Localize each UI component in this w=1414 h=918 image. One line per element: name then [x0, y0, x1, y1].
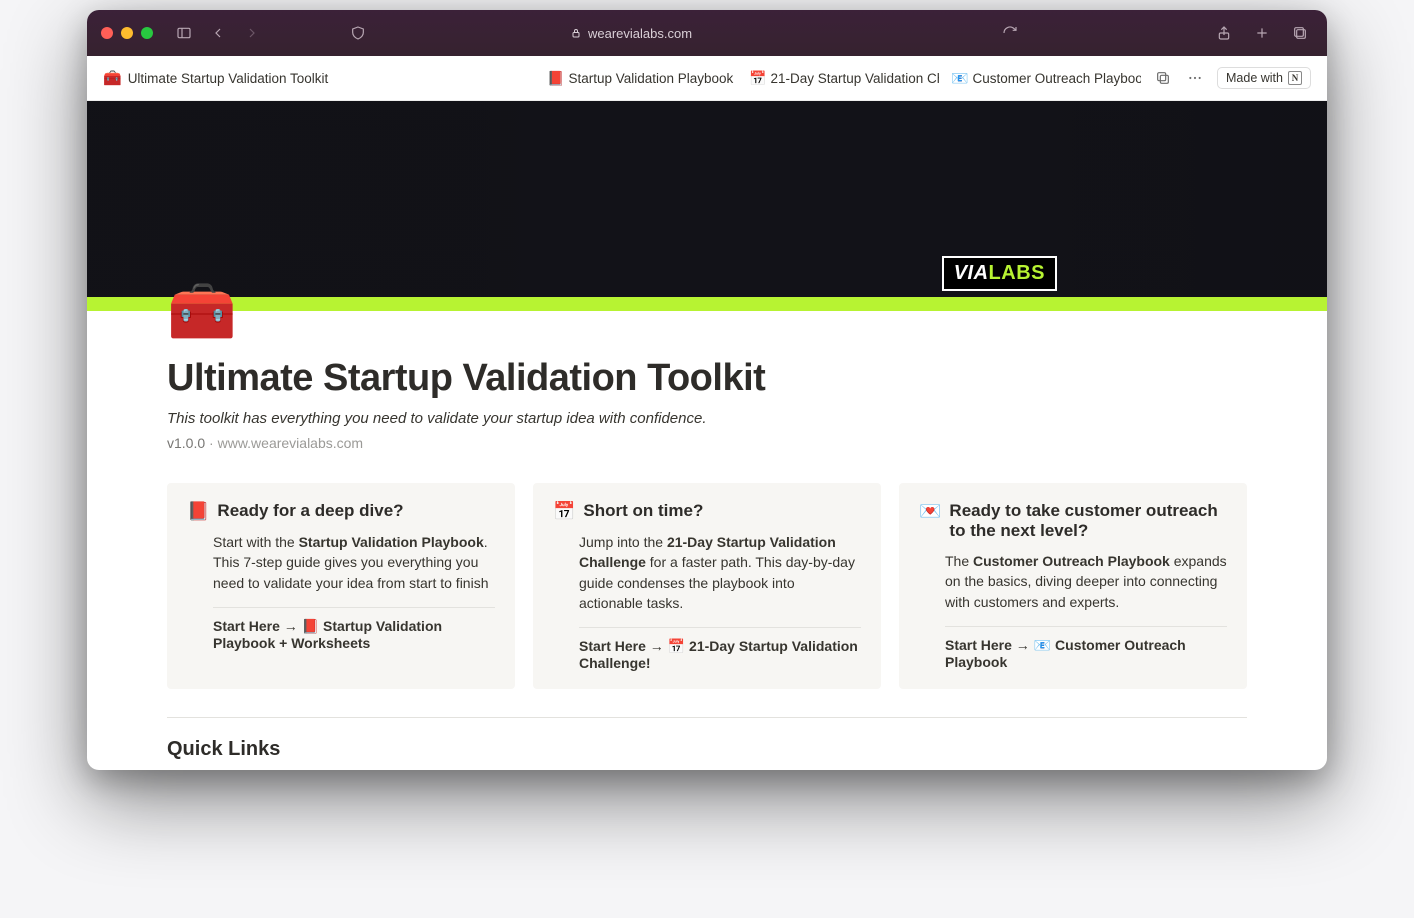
mail-icon: 📧: [951, 70, 968, 87]
more-menu-button[interactable]: [1185, 68, 1205, 88]
card-title-text: Ready to take customer outreach to the n…: [949, 501, 1227, 541]
nav-link-label: Startup Validation Playbook + …: [568, 71, 737, 86]
card-outreach: 💌 Ready to take customer outreach to the…: [899, 483, 1247, 689]
calendar-icon: 📅: [749, 70, 766, 87]
made-with-label: Made with: [1226, 71, 1283, 85]
breadcrumb-icon: 🧰: [103, 69, 122, 87]
nav-link-outreach[interactable]: 📧 Customer Outreach Playbook: [951, 70, 1141, 87]
content-fade: [87, 750, 1327, 770]
card-title-text: Ready for a deep dive?: [217, 501, 403, 521]
love-letter-icon: 💌: [919, 501, 941, 522]
divider: [213, 607, 495, 608]
nav-link-challenge[interactable]: 📅 21-Day Startup Validation Chal…: [749, 70, 939, 87]
new-tab-icon[interactable]: [1249, 20, 1275, 46]
back-button[interactable]: [205, 20, 231, 46]
card-body: Jump into the 21-Day Startup Validation …: [579, 532, 861, 613]
breadcrumb[interactable]: 🧰 Ultimate Startup Validation Toolkit: [103, 69, 328, 87]
breadcrumb-title: Ultimate Startup Validation Toolkit: [128, 71, 329, 86]
divider: [579, 627, 861, 628]
card-cta-link[interactable]: Start Here → 📅 21-Day Startup Validation…: [579, 638, 861, 671]
made-with-badge[interactable]: Made with N: [1217, 67, 1311, 89]
notion-top-bar: 🧰 Ultimate Startup Validation Toolkit 📕 …: [87, 56, 1327, 101]
notion-logo-icon: N: [1288, 71, 1302, 85]
site-link[interactable]: www.wearevialabs.com: [218, 435, 364, 451]
cover-image: VIALABS: [87, 101, 1327, 311]
divider: [167, 717, 1247, 718]
close-window-button[interactable]: [101, 27, 113, 39]
browser-window: wearevialabs.com 🧰 Ultimate Startup Vali…: [87, 10, 1327, 770]
nav-link-label: 21-Day Startup Validation Chal…: [770, 71, 939, 86]
tabs-overview-icon[interactable]: [1287, 20, 1313, 46]
reload-button[interactable]: [997, 20, 1023, 46]
share-icon[interactable]: [1211, 20, 1237, 46]
nav-link-label: Customer Outreach Playbook: [972, 71, 1141, 86]
card-body: The Customer Outreach Playbook expands o…: [945, 551, 1227, 612]
address-bar[interactable]: wearevialabs.com: [570, 26, 692, 41]
window-controls: [101, 27, 153, 39]
page-icon[interactable]: 🧰: [167, 283, 1247, 339]
maximize-window-button[interactable]: [141, 27, 153, 39]
copy-link-button[interactable]: [1153, 68, 1173, 88]
card-cta-link[interactable]: Start Here → 📧 Customer Outreach Playboo…: [945, 637, 1227, 670]
lock-icon: [570, 27, 582, 39]
card-title-text: Short on time?: [583, 501, 703, 521]
divider: [945, 626, 1227, 627]
card-body: Start with the Startup Validation Playbo…: [213, 532, 495, 593]
forward-button[interactable]: [239, 20, 265, 46]
page-subtitle: This toolkit has everything you need to …: [167, 410, 1247, 427]
card-short-time: 📅 Short on time? Jump into the 21-Day St…: [533, 483, 881, 689]
url-text: wearevialabs.com: [588, 26, 692, 41]
notion-bar-right: 📕 Startup Validation Playbook + … 📅 21-D…: [547, 67, 1311, 89]
sidebar-toggle-icon[interactable]: [171, 20, 197, 46]
book-icon: 📕: [547, 70, 564, 87]
minimize-window-button[interactable]: [121, 27, 133, 39]
page-content: VIALABS 🧰 Ultimate Startup Validation To…: [87, 101, 1327, 770]
card-cta-link[interactable]: Start Here → 📕 Startup Validation Playbo…: [213, 618, 495, 651]
shield-icon[interactable]: [345, 20, 371, 46]
book-icon: 📕: [187, 501, 209, 522]
callout-cards: 📕 Ready for a deep dive? Start with the …: [167, 483, 1247, 689]
nav-link-playbook[interactable]: 📕 Startup Validation Playbook + …: [547, 70, 737, 87]
browser-toolbar: wearevialabs.com: [87, 10, 1327, 56]
version-line: v1.0.0 · www.wearevialabs.com: [167, 435, 1247, 451]
version-number: v1.0.0: [167, 435, 205, 451]
page-title: Ultimate Startup Validation Toolkit: [167, 357, 1247, 400]
card-deep-dive: 📕 Ready for a deep dive? Start with the …: [167, 483, 515, 689]
calendar-icon: 📅: [553, 501, 575, 522]
